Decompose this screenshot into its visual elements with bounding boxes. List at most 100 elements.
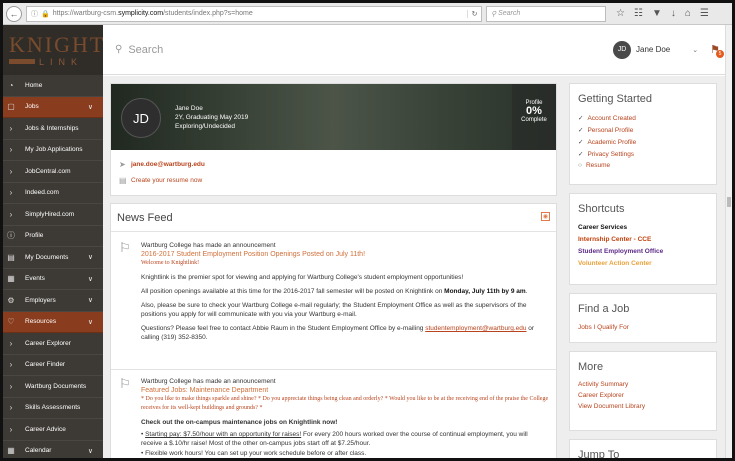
notification-badge: 5: [716, 50, 724, 58]
chevron-right-icon: ›: [9, 145, 13, 155]
sidebar-item-label: My Job Applications: [25, 146, 83, 154]
search-icon[interactable]: ⚲: [115, 44, 122, 55]
browser-search-field[interactable]: ⚲ Search: [486, 5, 606, 22]
jump-to-card: Jump To: [569, 439, 717, 458]
info-icon[interactable]: ⓘ: [31, 9, 38, 19]
reload-icon[interactable]: ↻: [467, 9, 481, 18]
sidebar-item-calendar[interactable]: ▦ Calendar ∨: [3, 441, 103, 459]
getting-started-item[interactable]: ○ Resume: [578, 162, 610, 169]
shortcut-link[interactable]: Internship Center - CCE: [578, 236, 651, 243]
getting-started-label: Account Created: [587, 115, 636, 122]
announcement-header: Wartburg College has made an announcemen…: [141, 242, 276, 249]
briefcase-icon: ▢: [7, 102, 15, 112]
profile-avatar[interactable]: JD: [121, 98, 161, 138]
bookmark-star-icon[interactable]: ☆: [616, 8, 625, 19]
resume-row: ▤ Create your resume now: [119, 176, 202, 185]
notification-bell-icon[interactable]: ⚑ 5: [710, 43, 724, 58]
checkmark-icon: ✓: [578, 115, 584, 122]
getting-started-item[interactable]: ✓ Privacy Settings: [578, 150, 634, 158]
sidebar-item-jobs-internships[interactable]: › Jobs & Internships: [3, 118, 103, 140]
sidebar-item-skills-assessments[interactable]: › Skills Assessments: [3, 398, 103, 419]
more-link[interactable]: Career Explorer: [578, 392, 624, 399]
announcement-subtitle: Welcome to Knightlink!: [141, 260, 200, 266]
sidebar-nav: ◔ Home ▢ Jobs ∨ › Jobs & Internships › My Job Ap…: [3, 75, 103, 459]
chevron-down-icon: ∨: [87, 103, 93, 111]
search-input[interactable]: Search: [128, 44, 163, 56]
chevron-down-icon: ∨: [87, 447, 93, 455]
sidebar-item-career-advice[interactable]: › Career Advice: [3, 419, 103, 441]
checkmark-icon: ✓: [578, 139, 584, 146]
sidebar-item-wartburg-documents[interactable]: › Wartburg Documents: [3, 376, 103, 398]
download-icon[interactable]: ↓: [671, 8, 676, 19]
announcement-title[interactable]: 2016-2017 Student Employment Position Op…: [141, 250, 549, 259]
sidebar-item-label: Profile: [25, 232, 44, 240]
sidebar-item-my-job-applications[interactable]: › My Job Applications: [3, 140, 103, 161]
announcement-title[interactable]: Featured Jobs: Maintenance Department: [141, 386, 549, 395]
sidebar-item-home[interactable]: ◔ Home: [3, 75, 103, 97]
document-icon: ▤: [7, 252, 15, 262]
sidebar-item-career-finder[interactable]: › Career Finder: [3, 355, 103, 376]
shortcut-link[interactable]: Student Employment Office: [578, 248, 663, 255]
menu-icon[interactable]: ☰: [700, 8, 709, 19]
sidebar-item-simplyhired-com[interactable]: › SimplyHired.com: [3, 204, 103, 226]
lock-icon: 🔒: [41, 10, 50, 18]
announcement-header: Wartburg College has made an announcemen…: [141, 378, 276, 385]
checkmark-icon: ✓: [578, 127, 584, 134]
sidebar-item-label: Jobs & Internships: [25, 124, 79, 132]
more-link[interactable]: View Document Library: [578, 403, 645, 410]
getting-started-item[interactable]: ✓ Account Created: [578, 114, 636, 122]
pocket-icon[interactable]: ▼: [652, 8, 662, 19]
bulb-icon: ♡: [7, 317, 15, 327]
sidebar-item-label: Career Explorer: [25, 339, 71, 347]
news-feed-title: News Feed: [117, 212, 173, 224]
sidebar-item-jobs[interactable]: ▢ Jobs ∨: [3, 96, 103, 118]
home-icon[interactable]: ⌂: [685, 8, 691, 19]
user-name[interactable]: Jane Doe: [636, 45, 670, 54]
getting-started-item[interactable]: ✓ Academic Profile: [578, 138, 636, 146]
sidebar-item-employers[interactable]: ⚙ Employers ∨: [3, 290, 103, 312]
sidebar-item-label: Resources: [25, 318, 57, 326]
checkmark-icon: ✓: [578, 151, 584, 158]
browser-toolbar-icons: ☆ ☷ ▼ ↓ ⌂ ☰: [616, 8, 709, 19]
app-header: ⚲ Search JD Jane Doe ⌄ ⚑ 5: [103, 25, 732, 75]
sidebar-item-label: My Documents: [25, 253, 69, 261]
knightlink-logo[interactable]: KNIGHT LINK: [3, 25, 103, 75]
profile-progress[interactable]: Profile 0% Complete: [512, 84, 556, 150]
getting-started-item[interactable]: ✓ Personal Profile: [578, 126, 633, 134]
sidebar-item-events[interactable]: ▦ Events ∨: [3, 269, 103, 290]
announcement-paragraph: Questions? Please feel free to contact A…: [141, 325, 535, 341]
shortcut-link[interactable]: Volunteer Action Center: [578, 260, 652, 267]
chevron-down-icon: ∨: [87, 275, 93, 283]
getting-started-card: Getting Started ✓ Account Created ✓ Persona…: [569, 83, 717, 185]
address-bar[interactable]: ⓘ 🔒 https://wartburg-csm. symplicity.com /…: [26, 5, 482, 22]
profile-email-link[interactable]: jane.doe@wartburg.edu: [131, 161, 205, 168]
scrollbar-thumb[interactable]: [727, 197, 731, 207]
find-job-title: Find a Job: [578, 303, 630, 315]
reading-list-icon[interactable]: ☷: [634, 8, 643, 19]
sidebar-item-career-explorer[interactable]: › Career Explorer: [3, 333, 103, 355]
user-menu[interactable]: JD Jane Doe ⌄ ⚑ 5: [613, 40, 724, 59]
sidebar-item-indeed-com[interactable]: › Indeed.com: [3, 183, 103, 204]
search-icon: ⚲: [491, 10, 499, 18]
sidebar-item-label: SimplyHired.com: [25, 210, 75, 218]
avatar[interactable]: JD: [613, 40, 631, 59]
announcement-subtitle: * Do you like to make things sparkle and…: [141, 396, 549, 411]
sidebar-item-profile[interactable]: ⓘ Profile: [3, 226, 103, 247]
getting-started-label: Privacy Settings: [587, 151, 635, 158]
jobs-i-qualify-link[interactable]: Jobs I Qualify For: [578, 324, 629, 331]
sidebar-item-jobcentral-com[interactable]: › JobCentral.com: [3, 161, 103, 183]
sidebar-item-label: Indeed.com: [25, 189, 59, 197]
more-card: More Activity Summary Career Explorer View…: [569, 351, 717, 431]
sidebar-item-my-documents[interactable]: ▤ My Documents ∨: [3, 247, 103, 269]
more-link[interactable]: Activity Summary: [578, 381, 628, 388]
sidebar-item-resources[interactable]: ♡ Resources ∨: [3, 311, 103, 333]
rss-icon[interactable]: ◉: [541, 212, 550, 221]
page-scrollbar[interactable]: [725, 25, 732, 458]
announcement-paragraph: Knightlink is the premier spot for viewi…: [141, 274, 464, 281]
create-resume-link[interactable]: Create your resume now: [131, 177, 202, 184]
chevron-down-icon[interactable]: ⌄: [692, 46, 698, 54]
back-icon[interactable]: ←: [6, 5, 22, 22]
contact-email-link[interactable]: studentemployment@wartburg.edu: [425, 325, 526, 332]
chevron-right-icon: ›: [9, 166, 13, 176]
shortcut-link[interactable]: Career Services: [578, 224, 627, 231]
